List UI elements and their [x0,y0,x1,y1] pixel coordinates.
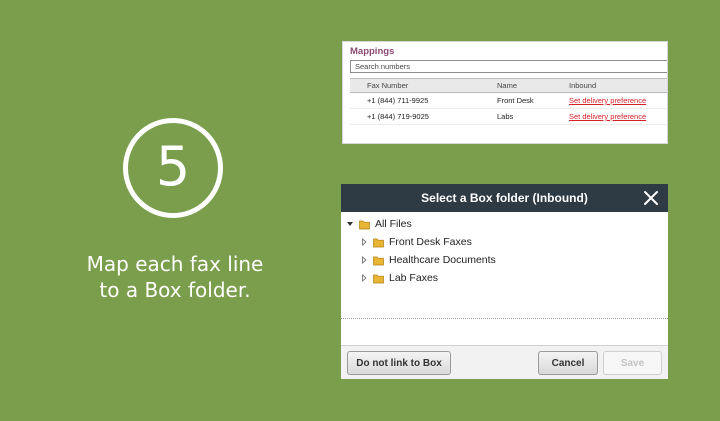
table-row: +1 (844) 711-9925 Front Desk Set deliver… [350,93,667,109]
close-icon[interactable] [642,189,660,207]
folder-icon [373,256,384,265]
fax-number-cell: +1 (844) 711-9925 [367,96,429,105]
step-caption: Map each fax line to a Box folder. [60,251,290,303]
step-caption-line-2: to a Box folder. [99,278,251,302]
select-box-folder-dialog: Select a Box folder (Inbound) All Files … [341,184,668,379]
set-delivery-preference-link[interactable]: Set delivery preference [569,112,646,121]
mappings-panel: Mappings Search numbers Fax Number Name … [342,41,668,144]
table-header: Fax Number Name Inbound [350,78,667,93]
step-number-circle: 5 [123,118,223,218]
tree-node-label: Lab Faxes [389,272,439,284]
tree-node-label: Healthcare Documents [389,254,496,266]
name-cell: Front Desk [497,96,534,105]
dialog-header: Select a Box folder (Inbound) [341,184,668,212]
do-not-link-button[interactable]: Do not link to Box [347,351,451,375]
search-numbers-input[interactable]: Search numbers [350,60,667,73]
column-header-inbound: Inbound [569,81,597,90]
table-row: +1 (844) 719-9025 Labs Set delivery pref… [350,109,667,125]
divider [341,318,668,319]
folder-icon [359,220,370,229]
expanded-arrow-icon[interactable] [346,220,354,228]
column-header-fax-number: Fax Number [367,81,409,90]
fax-number-cell: +1 (844) 719-9025 [367,112,429,121]
tree-node-healthcare-documents[interactable]: Healthcare Documents [360,253,496,267]
cancel-button[interactable]: Cancel [538,351,598,375]
tree-node-label: All Files [375,218,412,230]
folder-tree: All Files Front Desk Faxes Healthcare Do… [341,212,668,347]
name-cell: Labs [497,112,514,121]
column-header-name: Name [497,81,518,90]
mappings-title: Mappings [350,46,395,57]
collapsed-arrow-icon[interactable] [360,274,368,282]
save-button[interactable]: Save [603,351,662,375]
step-caption-line-1: Map each fax line [86,252,264,276]
step-number: 5 [155,135,191,198]
folder-icon [373,274,384,283]
tree-node-label: Front Desk Faxes [389,236,472,248]
tree-node-front-desk-faxes[interactable]: Front Desk Faxes [360,235,472,249]
tree-node-all-files[interactable]: All Files [346,217,412,231]
collapsed-arrow-icon[interactable] [360,238,368,246]
dialog-footer: Do not link to Box Cancel Save [341,345,668,379]
mappings-table: Fax Number Name Inbound +1 (844) 711-992… [350,78,667,125]
collapsed-arrow-icon[interactable] [360,256,368,264]
tree-node-lab-faxes[interactable]: Lab Faxes [360,271,438,285]
set-delivery-preference-link[interactable]: Set delivery preference [569,96,646,105]
dialog-title: Select a Box folder (Inbound) [421,191,588,205]
folder-icon [373,238,384,247]
